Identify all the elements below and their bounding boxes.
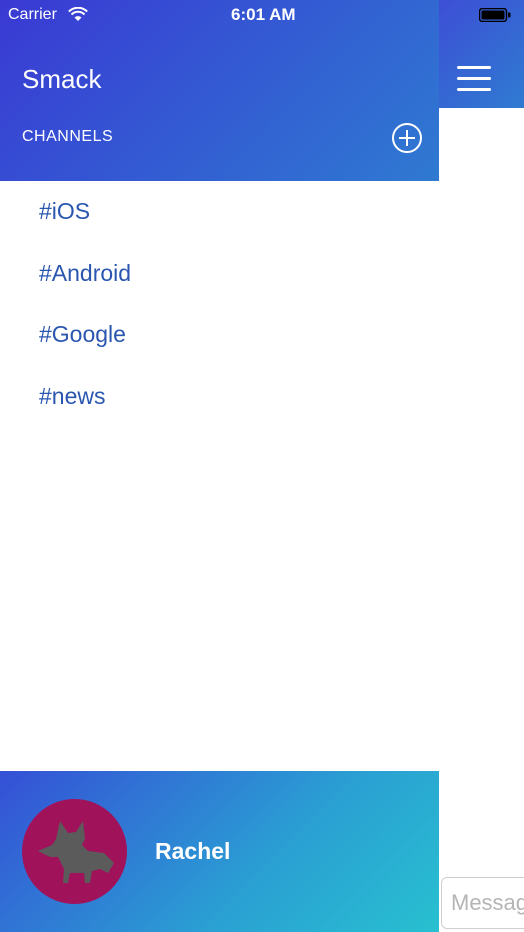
message-input[interactable]: Message bbox=[441, 877, 524, 929]
app-title: Smack bbox=[22, 64, 102, 94]
carrier-label: Carrier bbox=[8, 6, 57, 23]
user-footer: Rachel bbox=[0, 771, 439, 932]
channel-menu: Smack CHANNELS #iOS #Android #Google #ne… bbox=[0, 0, 439, 932]
wifi-icon bbox=[68, 7, 88, 21]
add-channel-button[interactable] bbox=[391, 122, 423, 154]
hamburger-icon[interactable] bbox=[457, 66, 491, 91]
status-bar: Carrier 6:01 AM bbox=[0, 0, 524, 30]
channel-item-android[interactable]: #Android bbox=[0, 243, 439, 305]
channels-label: CHANNELS bbox=[22, 128, 114, 145]
clock: 6:01 AM bbox=[231, 5, 296, 24]
channel-item-news[interactable]: #news bbox=[0, 366, 439, 428]
channel-item-google[interactable]: #Google bbox=[0, 304, 439, 366]
channel-item-ios[interactable]: #iOS bbox=[0, 181, 439, 243]
chat-panel: Message bbox=[439, 0, 524, 932]
battery-icon bbox=[479, 8, 511, 22]
user-name[interactable]: Rachel bbox=[155, 838, 230, 865]
channel-list: #iOS #Android #Google #news bbox=[0, 181, 439, 427]
fox-icon bbox=[38, 821, 114, 883]
user-avatar[interactable] bbox=[22, 799, 127, 904]
